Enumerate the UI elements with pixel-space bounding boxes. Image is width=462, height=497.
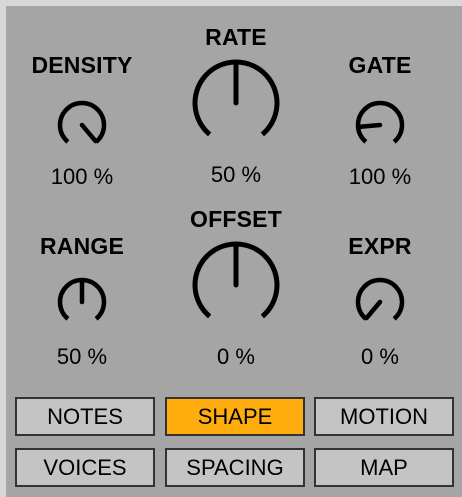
voices-button[interactable]: VOICES: [15, 448, 155, 487]
knob-pointer: [364, 299, 383, 321]
motion-button[interactable]: MOTION: [314, 397, 454, 436]
knob-value-range: 50 %: [56, 344, 108, 369]
knob-offset[interactable]: [171, 206, 301, 336]
device-frame: DENSITY 100 % RATE 50 % GATE 100 % RANGE…: [0, 0, 462, 497]
knob-arc: [57, 100, 107, 144]
notes-button[interactable]: NOTES: [15, 397, 155, 436]
knob-arc: [355, 277, 405, 321]
spacing-button[interactable]: SPACING: [165, 448, 305, 487]
knob-block-gate: GATE 100 %: [315, 52, 445, 212]
knob-value-density: 100 %: [50, 164, 114, 189]
knob-block-range: RANGE 50 %: [17, 233, 147, 393]
knob-block-offset: OFFSET 0 %: [171, 206, 301, 369]
knob-block-expr: EXPR 0 %: [315, 233, 445, 393]
shape-button[interactable]: SHAPE: [165, 397, 305, 436]
knob-value-offset: 0 %: [217, 344, 255, 369]
knob-block-density: DENSITY 100 %: [17, 52, 147, 212]
knob-value-expr: 0 %: [361, 344, 399, 369]
knob-expr[interactable]: [315, 233, 445, 343]
knob-block-rate: RATE 50 %: [171, 24, 301, 187]
knob-value-gate: 100 %: [348, 164, 412, 189]
knob-gate[interactable]: [315, 52, 445, 162]
knob-pointer: [79, 122, 98, 144]
knob-arc: [355, 100, 405, 144]
control-panel: DENSITY 100 % RATE 50 % GATE 100 % RANGE…: [6, 6, 462, 497]
knob-pointer: [356, 122, 383, 130]
knob-value-rate: 50 %: [210, 162, 262, 187]
knob-rate[interactable]: [171, 24, 301, 154]
map-button[interactable]: MAP: [314, 448, 454, 487]
knob-density[interactable]: [17, 52, 147, 162]
knob-range[interactable]: [17, 233, 147, 343]
